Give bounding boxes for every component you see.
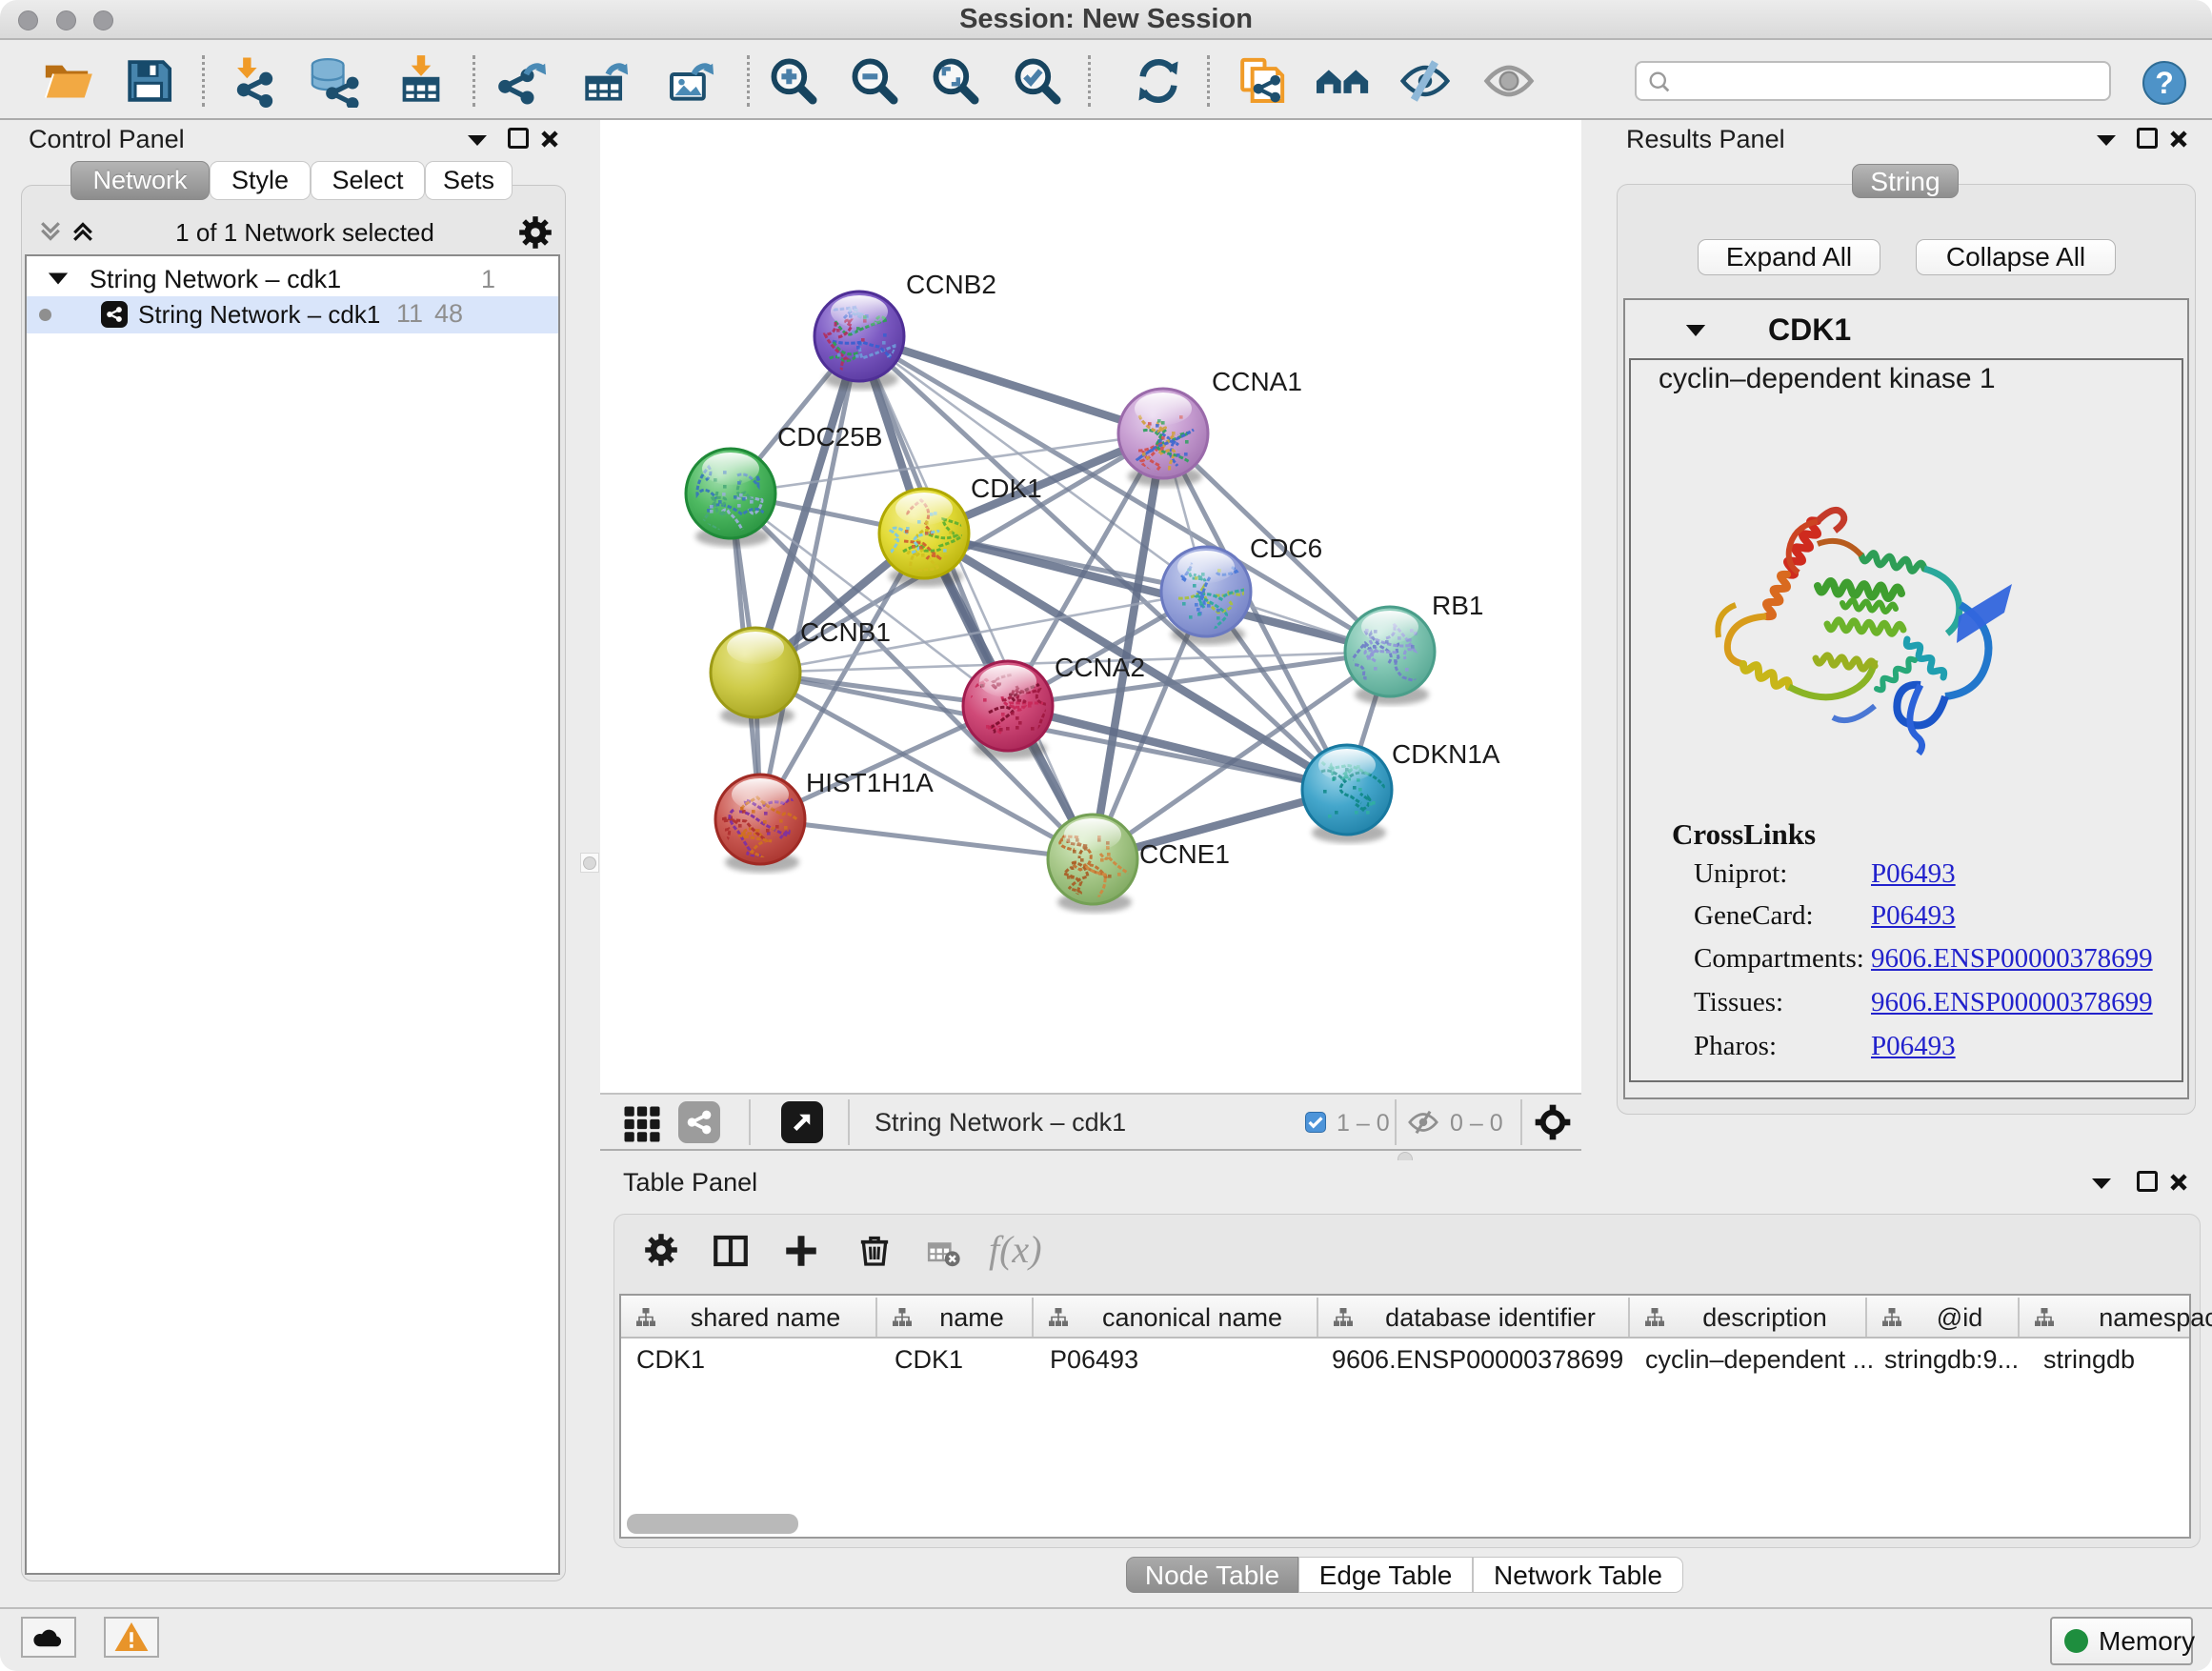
svg-text:CCNE1: CCNE1 [1139, 839, 1230, 869]
svg-text:CCNA1: CCNA1 [1212, 367, 1302, 396]
svg-text:CDK1: CDK1 [971, 473, 1042, 503]
svg-text:CCNA2: CCNA2 [1055, 653, 1145, 682]
svg-text:RB1: RB1 [1432, 591, 1483, 620]
svg-text:CCNB2: CCNB2 [906, 270, 996, 299]
svg-text:HIST1H1A: HIST1H1A [806, 768, 934, 797]
svg-text:CDC25B: CDC25B [777, 422, 882, 452]
svg-text:CCNB1: CCNB1 [800, 617, 891, 647]
svg-text:CDC6: CDC6 [1250, 534, 1322, 563]
svg-text:CDKN1A: CDKN1A [1392, 739, 1500, 769]
